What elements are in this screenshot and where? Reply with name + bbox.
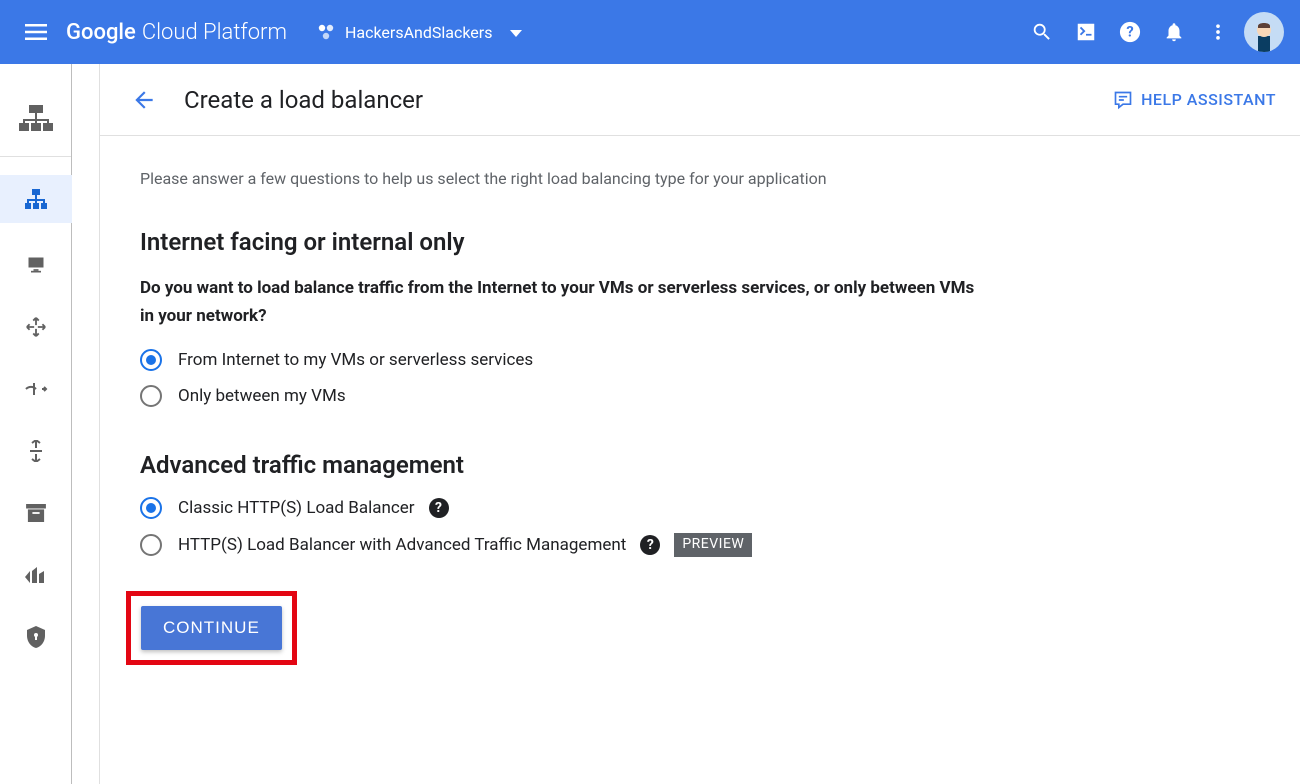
help-tooltip-classic[interactable]: ? [429,498,449,518]
bell-icon [1163,21,1185,43]
help-tooltip-advanced[interactable]: ? [640,535,660,555]
radio-input-classic[interactable] [140,497,162,519]
nav-item-4[interactable] [12,369,60,409]
page-header: Create a load balancer HELP ASSISTANT [100,64,1300,136]
page-title: Create a load balancer [184,86,423,114]
load-balancing-icon [25,189,47,209]
project-icon [317,23,335,41]
inner-left-divider [72,64,100,784]
help-assistant-button[interactable]: HELP ASSISTANT [1113,90,1276,110]
move-icon [25,316,47,338]
section1-heading: Internet facing or internal only [140,228,1040,256]
rail-divider [0,156,71,157]
more-button[interactable] [1196,10,1240,54]
nav-item-6[interactable] [12,493,60,533]
section1-subheading: Do you want to load balance traffic from… [140,274,980,332]
radio-label-classic: Classic HTTP(S) Load Balancer [178,498,415,518]
product-name[interactable]: Google Cloud Platform [66,20,287,45]
back-button[interactable] [124,80,164,120]
shield-icon [27,626,45,648]
product-name-cloud-platform: Cloud Platform [142,20,287,45]
monitor-icon [25,255,47,275]
nav-item-7[interactable] [12,555,60,595]
search-button[interactable] [1020,10,1064,54]
radio-internal-only[interactable]: Only between my VMs [140,385,1040,407]
bars-icon [25,567,47,583]
radio-input-internal[interactable] [140,385,162,407]
radio-internet-facing[interactable]: From Internet to my VMs or serverless se… [140,349,1040,371]
dropdown-arrow-icon [510,23,522,42]
avatar-icon [1246,16,1282,52]
form-content: Please answer a few questions to help us… [100,136,1080,695]
user-avatar[interactable] [1244,12,1284,52]
radio-input-advanced[interactable] [140,534,162,556]
svg-text:?: ? [1126,23,1133,41]
section2-heading: Advanced traffic management [140,451,1040,479]
notifications-button[interactable] [1152,10,1196,54]
network-services-icon [19,105,53,135]
nav-item-5[interactable] [12,431,60,471]
service-category-icon-button[interactable] [0,84,72,156]
cloud-shell-button[interactable] [1064,10,1108,54]
help-icon: ? [1119,21,1141,43]
terminal-icon [1075,21,1097,43]
menu-icon [25,24,47,40]
main-content: Create a load balancer HELP ASSISTANT Pl… [100,64,1300,784]
archive-icon [25,504,47,522]
radio-label-advanced: HTTP(S) Load Balancer with Advanced Traf… [178,535,626,555]
radio-label-internal: Only between my VMs [178,386,346,406]
preview-badge: PREVIEW [674,533,752,557]
search-icon [1031,21,1053,43]
intro-text: Please answer a few questions to help us… [140,166,900,192]
left-navigation-rail [0,64,72,784]
radio-input-internet[interactable] [140,349,162,371]
continue-button[interactable]: CONTINUE [141,606,282,650]
arrow-left-icon [131,87,157,113]
nav-item-3[interactable] [12,307,60,347]
chat-icon [1113,90,1133,110]
help-assistant-label: HELP ASSISTANT [1141,90,1276,109]
nav-load-balancing[interactable] [0,175,72,223]
continue-highlight-box: CONTINUE [126,591,297,665]
hamburger-menu-button[interactable] [16,12,56,52]
nav-item-2[interactable] [12,245,60,285]
route-icon [26,440,46,462]
product-name-google: Google [66,20,136,45]
radio-label-internet: From Internet to my VMs or serverless se… [178,350,533,370]
nat-icon [24,380,48,398]
help-button[interactable]: ? [1108,10,1152,54]
radio-classic-lb[interactable]: Classic HTTP(S) Load Balancer ? [140,497,1040,519]
nav-item-8[interactable] [12,617,60,657]
global-header: Google Cloud Platform HackersAndSlackers… [0,0,1300,64]
radio-advanced-lb[interactable]: HTTP(S) Load Balancer with Advanced Traf… [140,533,1040,557]
project-name: HackersAndSlackers [345,23,493,42]
project-picker[interactable]: HackersAndSlackers [317,23,523,42]
more-vert-icon [1208,22,1228,42]
